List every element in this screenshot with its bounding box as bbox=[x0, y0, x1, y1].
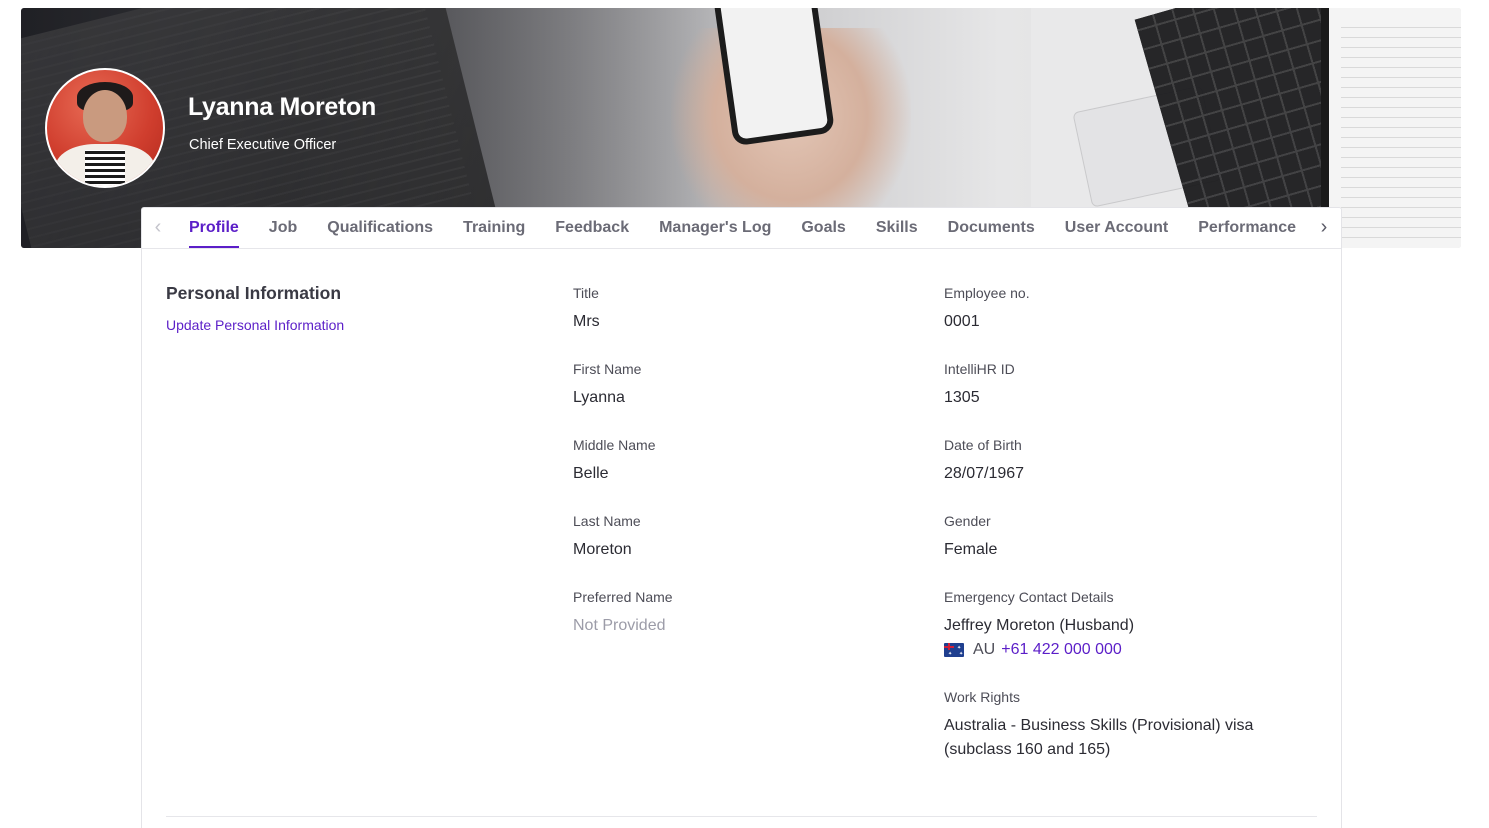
field-work-rights: Work Rights Australia - Business Skills … bbox=[944, 688, 1324, 762]
field-gender: Gender Female bbox=[944, 512, 1304, 562]
field-intellihr-id: IntelliHR ID 1305 bbox=[944, 360, 1304, 410]
field-preferred-name: Preferred Name Not Provided bbox=[573, 588, 933, 638]
field-emergency-contact: Emergency Contact Details Jeffrey Moreto… bbox=[944, 588, 1304, 662]
field-label: Work Rights bbox=[944, 689, 1020, 705]
field-title: Title Mrs bbox=[573, 284, 933, 334]
field-employee-no: Employee no. 0001 bbox=[944, 284, 1304, 334]
field-value: Moreton bbox=[573, 541, 632, 558]
tab-documents[interactable]: Documents bbox=[948, 208, 1035, 248]
tab-strip: Profile Job Qualifications Training Feedback… bbox=[174, 208, 1308, 248]
tab-feedback[interactable]: Feedback bbox=[555, 208, 629, 248]
emergency-phone-link[interactable]: +61 422 000 000 bbox=[1001, 638, 1122, 662]
field-label: IntelliHR ID bbox=[944, 361, 1015, 377]
field-value-line1: Australia - Business Skills (Provisional… bbox=[944, 717, 1254, 734]
person-name: Lyanna Moreton bbox=[188, 93, 376, 121]
profile-card: ‹ Profile Job Qualifications Training Feedba… bbox=[141, 207, 1342, 828]
chevron-left-icon[interactable]: ‹ bbox=[148, 217, 168, 238]
field-value: Mrs bbox=[573, 313, 600, 330]
field-label: Employee no. bbox=[944, 285, 1030, 301]
tab-profile[interactable]: Profile bbox=[189, 208, 239, 248]
field-date-of-birth: Date of Birth 28/07/1967 bbox=[944, 436, 1304, 486]
field-label: Middle Name bbox=[573, 437, 656, 453]
australia-flag-icon: ✦ ✦ ✦ bbox=[944, 643, 964, 657]
avatar-face bbox=[83, 90, 127, 142]
field-label: Last Name bbox=[573, 513, 641, 529]
field-first-name: First Name Lyanna bbox=[573, 360, 933, 410]
avatar-shirt bbox=[85, 150, 125, 186]
section-divider bbox=[166, 816, 1317, 817]
field-middle-name: Middle Name Belle bbox=[573, 436, 933, 486]
field-label: Emergency Contact Details bbox=[944, 589, 1114, 605]
person-role: Chief Executive Officer bbox=[189, 137, 337, 153]
field-label: Preferred Name bbox=[573, 589, 673, 605]
field-value: 28/07/1967 bbox=[944, 465, 1025, 482]
tab-user-account[interactable]: User Account bbox=[1065, 208, 1168, 248]
tab-managers-log[interactable]: Manager's Log bbox=[659, 208, 771, 248]
tab-performance[interactable]: Performance bbox=[1198, 208, 1296, 248]
avatar[interactable] bbox=[45, 68, 165, 188]
field-value: Jeffrey Moreton (Husband) bbox=[944, 617, 1135, 634]
country-code: AU bbox=[973, 641, 996, 658]
section-title: Personal Information bbox=[166, 283, 342, 303]
update-personal-info-link[interactable]: Update Personal Information bbox=[166, 317, 344, 333]
field-label: Title bbox=[573, 285, 599, 301]
field-value-line2: (subclass 160 and 165) bbox=[944, 741, 1111, 758]
tab-skills[interactable]: Skills bbox=[876, 208, 918, 248]
field-label: First Name bbox=[573, 361, 642, 377]
emergency-phone-row: ✦ ✦ ✦ AU +61 422 000 000 bbox=[944, 638, 1304, 662]
tab-qualifications[interactable]: Qualifications bbox=[327, 208, 433, 248]
field-value: Female bbox=[944, 541, 998, 558]
chevron-right-icon[interactable]: › bbox=[1314, 217, 1334, 238]
field-value: Not Provided bbox=[573, 617, 666, 634]
tab-bar: ‹ Profile Job Qualifications Training Feedba… bbox=[142, 208, 1341, 249]
field-value: Belle bbox=[573, 465, 609, 482]
field-last-name: Last Name Moreton bbox=[573, 512, 933, 562]
field-value: 1305 bbox=[944, 389, 980, 406]
field-value: 0001 bbox=[944, 313, 980, 330]
tab-training[interactable]: Training bbox=[463, 208, 525, 248]
tab-job[interactable]: Job bbox=[269, 208, 297, 248]
field-label: Gender bbox=[944, 513, 991, 529]
tab-goals[interactable]: Goals bbox=[801, 208, 845, 248]
field-label: Date of Birth bbox=[944, 437, 1022, 453]
field-value: Lyanna bbox=[573, 389, 625, 406]
